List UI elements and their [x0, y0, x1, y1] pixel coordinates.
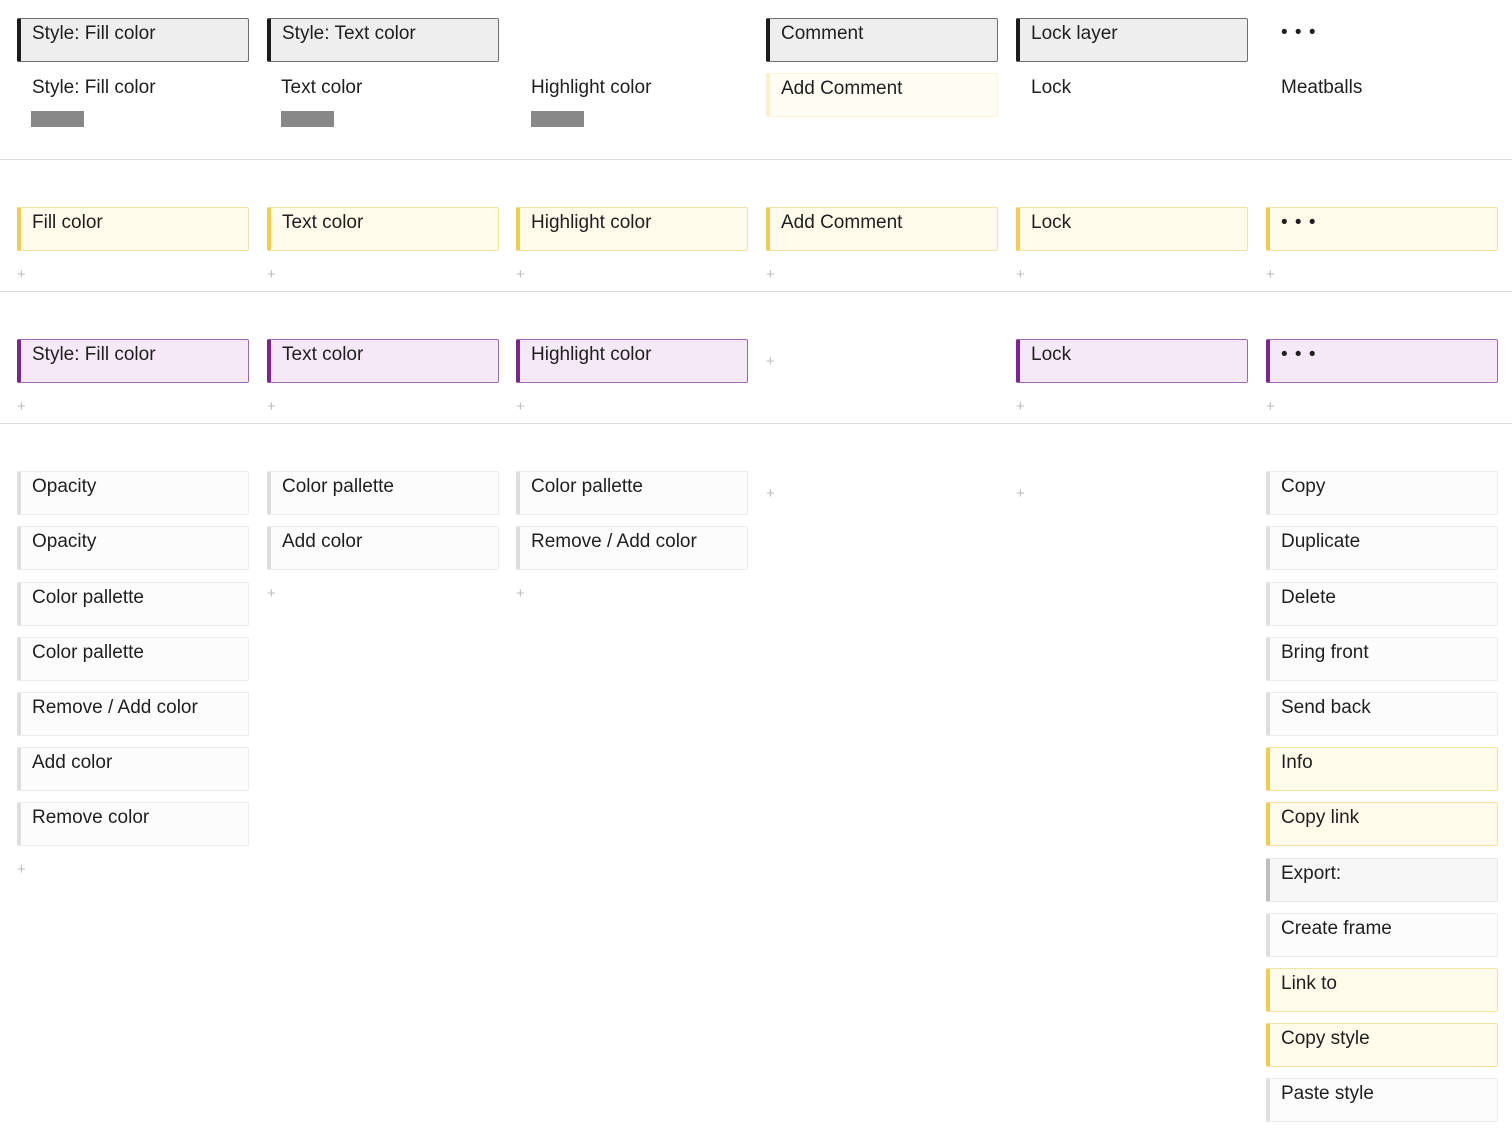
card-remove-add-color[interactable]: Remove / Add color — [17, 692, 249, 736]
card-text-color[interactable]: Text color — [267, 207, 499, 251]
card-create-frame[interactable]: Create frame — [1266, 913, 1498, 957]
add-card-plus-icon[interactable]: + — [766, 486, 775, 501]
header-card-lock-layer[interactable]: Lock layer — [1016, 18, 1248, 62]
label-lock: Lock — [1031, 77, 1072, 98]
add-card-plus-icon[interactable]: + — [1266, 267, 1275, 282]
add-card-plus-icon[interactable]: + — [1016, 486, 1025, 501]
add-card-plus-icon[interactable]: + — [516, 267, 525, 282]
card-link-to[interactable]: Link to — [1266, 968, 1498, 1012]
add-card-plus-icon[interactable]: + — [516, 586, 525, 601]
header-card-style-fill-color[interactable]: Style: Fill color — [17, 18, 249, 62]
text-color-swatch[interactable] — [281, 111, 334, 127]
add-card-plus-icon[interactable]: + — [267, 399, 276, 414]
header-card-style-text-color[interactable]: Style: Text color — [267, 18, 499, 62]
add-card-plus-icon[interactable]: + — [516, 399, 525, 414]
fill-color-swatch[interactable] — [31, 111, 84, 127]
card-duplicate[interactable]: Duplicate — [1266, 526, 1498, 570]
card-color-pallette[interactable]: Color pallette — [17, 582, 249, 626]
label-text-color: Text color — [281, 77, 363, 98]
card-opacity[interactable]: Opacity — [17, 471, 249, 515]
card-meatballs[interactable]: • • • — [1266, 207, 1498, 251]
story-map-board: Style: Fill color Style: Text color Comm… — [0, 0, 1512, 1144]
card-bring-front[interactable]: Bring front — [1266, 637, 1498, 681]
card-color-pallette[interactable]: Color pallette — [516, 471, 748, 515]
card-add-comment-faint[interactable]: Add Comment — [766, 73, 998, 117]
card-info[interactable]: Info — [1266, 747, 1498, 791]
card-paste-style[interactable]: Paste style — [1266, 1078, 1498, 1122]
card-copy-link[interactable]: Copy link — [1266, 802, 1498, 846]
card-send-back[interactable]: Send back — [1266, 692, 1498, 736]
card-meatballs[interactable]: • • • — [1266, 339, 1498, 383]
card-style-fill-color[interactable]: Style: Fill color — [17, 339, 249, 383]
add-card-plus-icon[interactable]: + — [766, 354, 775, 369]
add-card-plus-icon[interactable]: + — [1266, 399, 1275, 414]
card-highlight-color[interactable]: Highlight color — [516, 207, 748, 251]
row-divider — [0, 423, 1512, 424]
card-lock[interactable]: Lock — [1016, 207, 1248, 251]
card-remove-add-color[interactable]: Remove / Add color — [516, 526, 748, 570]
card-copy-style[interactable]: Copy style — [1266, 1023, 1498, 1067]
card-delete[interactable]: Delete — [1266, 582, 1498, 626]
add-card-plus-icon[interactable]: + — [17, 862, 26, 877]
add-card-plus-icon[interactable]: + — [17, 399, 26, 414]
row-divider — [0, 159, 1512, 160]
label-highlight-color: Highlight color — [531, 77, 652, 98]
meatballs-icon[interactable]: • • • — [1281, 18, 1317, 48]
card-color-pallette[interactable]: Color pallette — [17, 637, 249, 681]
card-fill-color[interactable]: Fill color — [17, 207, 249, 251]
card-highlight-color[interactable]: Highlight color — [516, 339, 748, 383]
card-add-comment[interactable]: Add Comment — [766, 207, 998, 251]
card-add-color[interactable]: Add color — [17, 747, 249, 791]
label-meatballs: Meatballs — [1281, 77, 1363, 98]
add-card-plus-icon[interactable]: + — [267, 586, 276, 601]
row-divider — [0, 291, 1512, 292]
card-opacity[interactable]: Opacity — [17, 526, 249, 570]
add-card-plus-icon[interactable]: + — [1016, 267, 1025, 282]
add-card-plus-icon[interactable]: + — [1016, 399, 1025, 414]
header-card-comment[interactable]: Comment — [766, 18, 998, 62]
card-lock[interactable]: Lock — [1016, 339, 1248, 383]
highlight-color-swatch[interactable] — [531, 111, 584, 127]
card-copy[interactable]: Copy — [1266, 471, 1498, 515]
card-add-color[interactable]: Add color — [267, 526, 499, 570]
card-export[interactable]: Export: — [1266, 858, 1498, 902]
add-card-plus-icon[interactable]: + — [267, 267, 276, 282]
card-text-color[interactable]: Text color — [267, 339, 499, 383]
label-style-fill-color: Style: Fill color — [32, 77, 156, 98]
card-color-pallette[interactable]: Color pallette — [267, 471, 499, 515]
add-card-plus-icon[interactable]: + — [17, 267, 26, 282]
card-remove-color[interactable]: Remove color — [17, 802, 249, 846]
add-card-plus-icon[interactable]: + — [766, 267, 775, 282]
